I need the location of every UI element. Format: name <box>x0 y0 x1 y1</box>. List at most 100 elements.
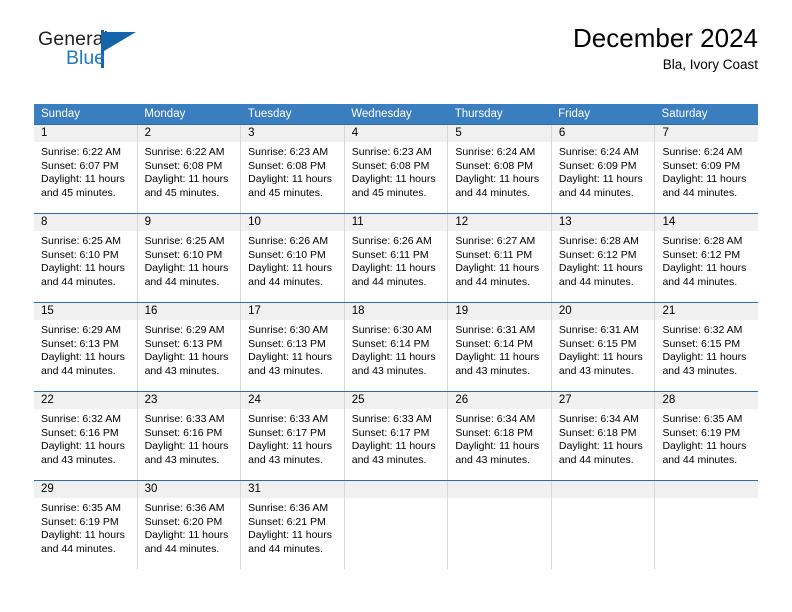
day-details: Sunrise: 6:29 AM Sunset: 6:13 PM Dayligh… <box>138 320 241 378</box>
day-details: Sunrise: 6:25 AM Sunset: 6:10 PM Dayligh… <box>34 231 137 289</box>
day-cell[interactable]: 15 Sunrise: 6:29 AM Sunset: 6:13 PM Dayl… <box>34 303 137 391</box>
sunset-text: Sunset: 6:19 PM <box>662 426 741 439</box>
day-details: Sunrise: 6:28 AM Sunset: 6:12 PM Dayligh… <box>655 231 758 289</box>
sunrise-text: Sunrise: 6:35 AM <box>41 502 121 514</box>
daylight-text-line2: and 43 minutes. <box>351 364 427 377</box>
day-cell[interactable]: 5 Sunrise: 6:24 AM Sunset: 6:08 PM Dayli… <box>447 125 551 213</box>
sunrise-text: Sunrise: 6:29 AM <box>41 324 121 336</box>
sunrise-text: Sunrise: 6:24 AM <box>455 146 536 158</box>
day-cell[interactable]: 30 Sunrise: 6:36 AM Sunset: 6:20 PM Dayl… <box>136 481 241 569</box>
day-cell[interactable]: 14 Sunrise: 6:28 AM Sunset: 6:12 PM Dayl… <box>654 214 759 302</box>
day-cell[interactable]: 22 Sunrise: 6:32 AM Sunset: 6:16 PM Dayl… <box>34 392 137 480</box>
day-cell[interactable]: 11 Sunrise: 6:26 AM Sunset: 6:11 PM Dayl… <box>343 214 448 302</box>
sunset-text: Sunset: 6:15 PM <box>662 337 741 350</box>
day-number: 21 <box>655 303 759 320</box>
day-cell[interactable]: 9 Sunrise: 6:25 AM Sunset: 6:10 PM Dayli… <box>136 214 241 302</box>
day-cell[interactable]: 8 Sunrise: 6:25 AM Sunset: 6:10 PM Dayli… <box>34 214 137 302</box>
sunset-text: Sunset: 6:13 PM <box>41 337 119 350</box>
weekday-header-saturday: Saturday <box>661 108 708 120</box>
sunset-text: Sunset: 6:07 PM <box>41 159 119 172</box>
day-cell[interactable]: 16 Sunrise: 6:29 AM Sunset: 6:13 PM Dayl… <box>136 303 241 391</box>
daylight-text-line2: and 44 minutes. <box>351 275 427 288</box>
day-number: 24 <box>241 392 344 409</box>
sunset-text: Sunset: 6:09 PM <box>558 159 637 172</box>
day-details: Sunrise: 6:35 AM Sunset: 6:19 PM Dayligh… <box>34 498 137 556</box>
day-cell[interactable]: 7 Sunrise: 6:24 AM Sunset: 6:09 PM Dayli… <box>654 125 759 213</box>
sunrise-text: Sunrise: 6:25 AM <box>144 235 225 247</box>
day-cell[interactable]: 17 Sunrise: 6:30 AM Sunset: 6:13 PM Dayl… <box>240 303 344 391</box>
daylight-text-line2: and 44 minutes. <box>558 453 634 466</box>
sunrise-text: Sunrise: 6:30 AM <box>248 324 329 336</box>
daylight-text-line1: Daylight: 11 hours <box>662 173 747 186</box>
sunrise-text: Sunrise: 6:34 AM <box>558 413 639 425</box>
daylight-text-line1: Daylight: 11 hours <box>558 262 643 275</box>
sunrise-text: Sunrise: 6:32 AM <box>41 413 121 425</box>
day-number: 20 <box>551 303 655 320</box>
day-details: Sunrise: 6:32 AM Sunset: 6:16 PM Dayligh… <box>34 409 137 467</box>
day-cell[interactable]: 27 Sunrise: 6:34 AM Sunset: 6:18 PM Dayl… <box>550 392 655 480</box>
daylight-text-line1: Daylight: 11 hours <box>144 351 229 364</box>
daylight-text-line2: and 43 minutes. <box>455 364 531 377</box>
daylight-text-line2: and 44 minutes. <box>144 542 220 555</box>
day-cell[interactable]: 26 Sunrise: 6:34 AM Sunset: 6:18 PM Dayl… <box>447 392 551 480</box>
day-cell[interactable]: 6 Sunrise: 6:24 AM Sunset: 6:09 PM Dayli… <box>550 125 655 213</box>
day-details: Sunrise: 6:23 AM Sunset: 6:08 PM Dayligh… <box>241 142 344 200</box>
day-number: 7 <box>655 125 759 142</box>
sunset-text: Sunset: 6:10 PM <box>248 248 326 261</box>
day-details: Sunrise: 6:27 AM Sunset: 6:11 PM Dayligh… <box>448 231 551 289</box>
day-details: Sunrise: 6:26 AM Sunset: 6:10 PM Dayligh… <box>241 231 344 289</box>
day-cell[interactable]: 3 Sunrise: 6:23 AM Sunset: 6:08 PM Dayli… <box>240 125 344 213</box>
day-cell[interactable]: 29 Sunrise: 6:35 AM Sunset: 6:19 PM Dayl… <box>34 481 137 569</box>
day-cell[interactable]: 21 Sunrise: 6:32 AM Sunset: 6:15 PM Dayl… <box>654 303 759 391</box>
day-cell[interactable]: 4 Sunrise: 6:23 AM Sunset: 6:08 PM Dayli… <box>343 125 448 213</box>
day-number: 10 <box>241 214 344 231</box>
weekday-header-tuesday: Tuesday <box>247 108 292 120</box>
day-cell[interactable]: 12 Sunrise: 6:27 AM Sunset: 6:11 PM Dayl… <box>447 214 551 302</box>
daylight-text-line2: and 44 minutes. <box>41 542 116 555</box>
daylight-text-line1: Daylight: 11 hours <box>41 351 125 364</box>
day-details: Sunrise: 6:33 AM Sunset: 6:16 PM Dayligh… <box>138 409 241 467</box>
sunset-text: Sunset: 6:17 PM <box>351 426 430 439</box>
daylight-text-line2: and 44 minutes. <box>144 275 220 288</box>
day-cell[interactable]: 28 Sunrise: 6:35 AM Sunset: 6:19 PM Dayl… <box>654 392 759 480</box>
weekday-header-sunday: Sunday <box>41 108 81 120</box>
sunset-text: Sunset: 6:14 PM <box>351 337 430 350</box>
daylight-text-line1: Daylight: 11 hours <box>662 351 747 364</box>
weekday-header-wednesday: Wednesday <box>351 108 412 120</box>
sunset-text: Sunset: 6:14 PM <box>455 337 533 350</box>
sunset-text: Sunset: 6:08 PM <box>144 159 223 172</box>
day-number: 22 <box>34 392 137 409</box>
daylight-text-line2: and 43 minutes. <box>662 364 738 377</box>
day-cell[interactable]: 24 Sunrise: 6:33 AM Sunset: 6:17 PM Dayl… <box>240 392 344 480</box>
day-cell[interactable]: 1 Sunrise: 6:22 AM Sunset: 6:07 PM Dayli… <box>34 125 137 213</box>
day-number: 1 <box>34 125 137 142</box>
day-cell[interactable]: 20 Sunrise: 6:31 AM Sunset: 6:15 PM Dayl… <box>550 303 655 391</box>
day-number <box>344 481 448 498</box>
daylight-text-line2: and 45 minutes. <box>41 186 116 199</box>
day-cell-empty <box>343 481 448 569</box>
day-cell[interactable]: 2 Sunrise: 6:22 AM Sunset: 6:08 PM Dayli… <box>136 125 241 213</box>
daylight-text-line1: Daylight: 11 hours <box>351 173 436 186</box>
day-details: Sunrise: 6:33 AM Sunset: 6:17 PM Dayligh… <box>241 409 344 467</box>
sunset-text: Sunset: 6:17 PM <box>248 426 326 439</box>
calendar-week-row: 8 Sunrise: 6:25 AM Sunset: 6:10 PM Dayli… <box>34 213 759 302</box>
day-cell[interactable]: 10 Sunrise: 6:26 AM Sunset: 6:10 PM Dayl… <box>240 214 344 302</box>
sunset-text: Sunset: 6:18 PM <box>455 426 533 439</box>
day-cell[interactable]: 31 Sunrise: 6:36 AM Sunset: 6:21 PM Dayl… <box>240 481 344 569</box>
day-cell-empty <box>550 481 655 569</box>
daylight-text-line2: and 44 minutes. <box>558 186 634 199</box>
day-number: 15 <box>34 303 137 320</box>
day-cell-empty <box>654 481 759 569</box>
daylight-text-line2: and 45 minutes. <box>144 186 220 199</box>
sunrise-text: Sunrise: 6:28 AM <box>558 235 639 247</box>
day-details: Sunrise: 6:31 AM Sunset: 6:15 PM Dayligh… <box>552 320 655 378</box>
day-number <box>448 481 551 498</box>
day-cell[interactable]: 25 Sunrise: 6:33 AM Sunset: 6:17 PM Dayl… <box>343 392 448 480</box>
general-blue-logo: General Blue <box>38 28 158 74</box>
day-cell[interactable]: 23 Sunrise: 6:33 AM Sunset: 6:16 PM Dayl… <box>136 392 241 480</box>
day-cell[interactable]: 19 Sunrise: 6:31 AM Sunset: 6:14 PM Dayl… <box>447 303 551 391</box>
day-cell-empty <box>447 481 551 569</box>
day-cell[interactable]: 13 Sunrise: 6:28 AM Sunset: 6:12 PM Dayl… <box>550 214 655 302</box>
day-cell[interactable]: 18 Sunrise: 6:30 AM Sunset: 6:14 PM Dayl… <box>343 303 448 391</box>
day-number <box>655 481 759 498</box>
